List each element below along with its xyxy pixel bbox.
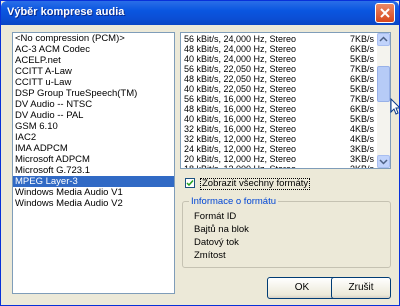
format-list-scrollbar[interactable] <box>377 33 390 168</box>
format-list-item[interactable]: 24 kBit/s, 12,000 Hz, Stereo 3KB/s <box>181 144 377 154</box>
arrow-up-icon <box>379 36 388 42</box>
format-info-group: Informace o formátu Formát ID Bajtů na b… <box>182 196 391 268</box>
format-rate: 6KB/s <box>349 104 374 114</box>
format-description: 48 kBit/s, 24,000 Hz, Stereo <box>184 44 297 54</box>
format-description: 40 kBit/s, 24,000 Hz, Stereo <box>184 54 297 64</box>
codec-list-item[interactable]: Microsoft G.723.1 <box>13 165 174 176</box>
format-info-title: Informace o formátu <box>189 196 279 207</box>
format-description: 48 kBit/s, 16,000 Hz, Stereo <box>184 104 297 114</box>
codec-list-item[interactable]: DV Audio -- NTSC <box>13 99 174 110</box>
checkmark-icon <box>186 180 194 187</box>
codec-list-item[interactable]: CCITT u-Law <box>13 77 174 88</box>
format-id-label: Formát ID <box>194 211 237 222</box>
format-list-item[interactable]: 48 kBit/s, 24,000 Hz, Stereo 6KB/s <box>181 44 377 54</box>
codec-list-item[interactable]: ACELP.net <box>13 55 174 66</box>
format-rate: 7KB/s <box>349 94 374 104</box>
format-list-item[interactable]: 48 kBit/s, 22,050 Hz, Stereo 6KB/s <box>181 74 377 84</box>
format-rate: 5KB/s <box>349 114 374 124</box>
format-rate: 5KB/s <box>349 84 374 94</box>
codec-list-item[interactable]: IMA ADPCM <box>13 143 174 154</box>
close-button[interactable] <box>375 3 395 23</box>
format-description: 24 kBit/s, 12,000 Hz, Stereo <box>184 144 297 154</box>
attenuation-label: Zmítost <box>194 250 226 261</box>
format-rate: 5KB/s <box>349 54 374 64</box>
format-description: 40 kBit/s, 16,000 Hz, Stereo <box>184 114 297 124</box>
format-description: 48 kBit/s, 22,050 Hz, Stereo <box>184 74 297 84</box>
format-description: 20 kBit/s, 12,000 Hz, Stereo <box>184 154 297 164</box>
codec-list-item[interactable]: GSM 6.10 <box>13 121 174 132</box>
format-rate: 7KB/s <box>349 34 374 44</box>
bytes-per-block-label: Bajtů na blok <box>194 224 249 235</box>
scroll-up-button[interactable] <box>377 33 390 46</box>
arrow-down-icon <box>379 159 388 165</box>
codec-list-item[interactable]: Microsoft ADPCM <box>13 154 174 165</box>
close-icon <box>380 8 390 18</box>
format-rate: 6KB/s <box>349 44 374 54</box>
cancel-button[interactable]: Zrušit <box>331 277 391 299</box>
format-rate: 7KB/s <box>349 64 374 74</box>
format-list-item[interactable]: 56 kBit/s, 22,050 Hz, Stereo 7KB/s <box>181 64 377 74</box>
format-list-item[interactable]: 32 kBit/s, 16,000 Hz, Stereo 4KB/s <box>181 124 377 134</box>
scroll-down-button[interactable] <box>377 155 390 168</box>
format-list-item[interactable]: 40 kBit/s, 24,000 Hz, Stereo 5KB/s <box>181 54 377 64</box>
format-list-item[interactable]: 48 kBit/s, 16,000 Hz, Stereo 6KB/s <box>181 104 377 114</box>
show-all-formats-label: Zobrazit všechny formáty <box>200 178 311 190</box>
format-list-item[interactable]: 32 kBit/s, 12,000 Hz, Stereo 4KB/s <box>181 134 377 144</box>
format-description: 56 kBit/s, 16,000 Hz, Stereo <box>184 94 297 104</box>
compression-dialog: Výběr komprese audia <No compression (PC… <box>0 0 400 306</box>
format-rate: 3KB/s <box>349 144 374 154</box>
format-rate: 3KB/s <box>349 154 374 164</box>
codec-list-item[interactable]: <No compression (PCM)> <box>13 33 174 44</box>
resize-cursor-icon <box>390 98 400 115</box>
scroll-thumb[interactable] <box>377 66 390 102</box>
format-rate: 4KB/s <box>349 134 374 144</box>
format-description: 56 kBit/s, 22,050 Hz, Stereo <box>184 64 297 74</box>
codec-list-item[interactable]: MPEG Layer-3 <box>13 176 174 187</box>
codec-list-item[interactable]: AC-3 ACM Codec <box>13 44 174 55</box>
codec-list-item[interactable]: CCITT A-Law <box>13 66 174 77</box>
format-description: 56 kBit/s, 24,000 Hz, Stereo <box>184 34 297 44</box>
format-rate: 3KB/s <box>349 164 374 169</box>
format-description: 32 kBit/s, 12,000 Hz, Stereo <box>184 134 297 144</box>
format-list-item[interactable]: 56 kBit/s, 16,000 Hz, Stereo 7KB/s <box>181 94 377 104</box>
codec-list-item[interactable]: DSP Group TrueSpeech(TM) <box>13 88 174 99</box>
dialog-title: Výběr komprese audia <box>7 6 125 18</box>
format-list-item[interactable]: 40 kBit/s, 22,050 Hz, Stereo 5KB/s <box>181 84 377 94</box>
format-description: 40 kBit/s, 22,050 Hz, Stereo <box>184 84 297 94</box>
format-list-item[interactable]: 56 kBit/s, 24,000 Hz, Stereo 7KB/s <box>181 34 377 44</box>
ok-button[interactable]: OK <box>267 277 337 299</box>
format-rate: 6KB/s <box>349 74 374 84</box>
format-list[interactable]: 56 kBit/s, 24,000 Hz, Stereo 7KB/s 48 kBit… <box>180 32 391 169</box>
codec-list[interactable]: <No compression (PCM)> AC-3 ACM Codec ACEL… <box>12 32 175 294</box>
format-rate: 4KB/s <box>349 124 374 134</box>
codec-list-item[interactable]: Windows Media Audio V1 <box>13 187 174 198</box>
codec-list-item[interactable]: DV Audio -- PAL <box>13 110 174 121</box>
format-list-item[interactable]: 18 kBit/s, 12,000 Hz, Stereo 3KB/s <box>181 164 377 169</box>
checkbox-box[interactable] <box>185 178 195 188</box>
format-description: 18 kBit/s, 12,000 Hz, Stereo <box>184 164 297 169</box>
codec-list-item[interactable]: IAC2 <box>13 132 174 143</box>
data-rate-label: Datový tok <box>194 237 239 248</box>
title-bar[interactable]: Výběr komprese audia <box>1 1 399 25</box>
format-list-item[interactable]: 20 kBit/s, 12,000 Hz, Stereo 3KB/s <box>181 154 377 164</box>
format-list-item[interactable]: 40 kBit/s, 16,000 Hz, Stereo 5KB/s <box>181 114 377 124</box>
codec-list-item[interactable]: Windows Media Audio V2 <box>13 198 174 209</box>
format-description: 32 kBit/s, 16,000 Hz, Stereo <box>184 124 297 134</box>
